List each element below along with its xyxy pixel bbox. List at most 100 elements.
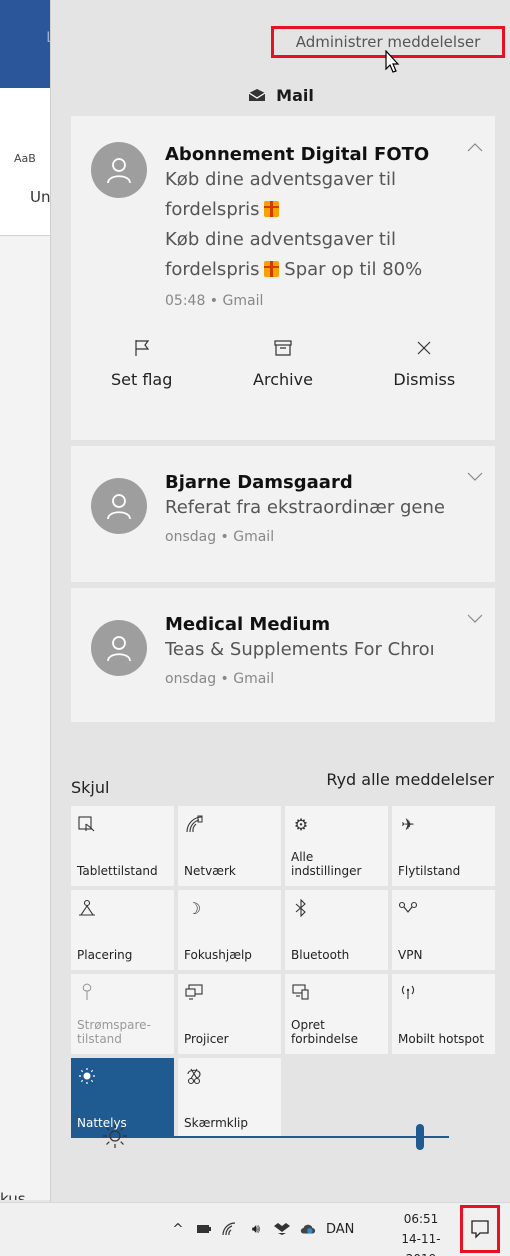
group-title: Mail [276, 85, 314, 105]
network-icon [184, 814, 204, 834]
project-icon [184, 982, 204, 1002]
battery-saver-tile[interactable]: Strømspare-tilstand [71, 974, 174, 1054]
chevron-up-icon[interactable]: ^ [170, 1221, 186, 1237]
location-icon [77, 898, 97, 918]
clock-date: 14-11-2019 [401, 1232, 441, 1256]
sender-avatar [91, 478, 147, 534]
notification-sender: Medical Medium [165, 614, 331, 635]
clear-all-notifications-link[interactable]: Ryd alle meddelelser [326, 770, 494, 789]
notification-card[interactable]: Bjarne Damsgaard Referat fra ekstraordin… [71, 446, 495, 582]
mail-envelope-icon [248, 89, 266, 101]
collapse-quick-actions-link[interactable]: Skjul [71, 778, 109, 797]
notification-content: Bjarne Damsgaard Referat fra ekstraordin… [165, 472, 459, 545]
tile-label: Alle indstillinger [291, 850, 362, 878]
gift-emoji-icon [263, 201, 279, 217]
person-icon [107, 494, 131, 520]
tablet-mode-icon [77, 814, 97, 834]
notification-meta: 05:48 • Gmail [165, 293, 264, 309]
close-icon [417, 341, 431, 355]
action-center-button[interactable] [460, 1205, 500, 1253]
tile-label: Fokushjælp [184, 948, 252, 962]
brightness-thumb[interactable] [415, 1124, 424, 1150]
notification-speech-bubble-icon [471, 1220, 489, 1239]
notification-line: Teas & Supplements For Chroı [165, 639, 435, 660]
notification-line-text: fordelspris [165, 259, 260, 280]
clock-time: 06:51 [403, 1212, 439, 1226]
status-text-fragment: kus [0, 1190, 26, 1200]
notification-actions: Set flag Archive Dismiss [71, 336, 495, 416]
chevron-down-icon[interactable] [467, 472, 483, 482]
moon-icon: ☽ [186, 898, 202, 918]
tile-label: Netværk [184, 864, 236, 878]
input-language-indicator[interactable]: DAN [326, 1222, 354, 1237]
style-name-fragment: Un [30, 188, 51, 206]
action-center-footer: Skjul Ryd alle meddelelser [71, 770, 494, 800]
archive-icon [274, 340, 292, 356]
tile-label: Flytilstand [398, 864, 461, 878]
focus-assist-tile[interactable]: ☽ Fokushjælp [178, 890, 281, 970]
battery-icon[interactable] [196, 1221, 212, 1237]
notification-content: Abonnement Digital FOTO Køb dine advents… [165, 144, 459, 309]
notification-meta: onsdag • Gmail [165, 671, 275, 687]
notification-line: fordelspris Spar op til 80% [165, 255, 459, 285]
action-center-panel: Administrer meddelelser Mail Abonnement … [50, 0, 510, 1202]
connect-tile[interactable]: Opret forbindelse [285, 974, 388, 1054]
taskbar-clock[interactable]: 06:51 14-11-2019 [390, 1209, 452, 1256]
mouse-cursor-icon [385, 50, 400, 73]
bluetooth-tile[interactable]: Bluetooth [285, 890, 388, 970]
speaker-icon[interactable]: 🔊︎ [248, 1221, 264, 1237]
mobile-hotspot-tile[interactable]: Mobilt hotspot [392, 974, 495, 1054]
location-tile[interactable]: Placering [71, 890, 174, 970]
sync-cloud-icon[interactable] [300, 1221, 316, 1237]
quick-actions-grid: Tablettilstand Netværk ⚙ Alle indstillin… [71, 806, 495, 1138]
tablet-mode-tile[interactable]: Tablettilstand [71, 806, 174, 886]
flag-icon [135, 340, 149, 356]
sender-avatar [91, 142, 147, 198]
airplane-mode-tile[interactable]: ✈ Flytilstand [392, 806, 495, 886]
taskbar: ^ 🔊︎ DAN 06:51 14-11-2019 [0, 1202, 510, 1256]
tile-label: Bluetooth [291, 948, 350, 962]
person-icon [107, 636, 131, 662]
wifi-icon[interactable] [222, 1221, 238, 1237]
notification-line: Referat fra ekstraordinær gene [165, 497, 445, 518]
project-tile[interactable]: Projicer [178, 974, 281, 1054]
notification-line: fordelspris [165, 195, 459, 225]
sender-avatar [91, 620, 147, 676]
notification-card[interactable]: Medical Medium Teas & Supplements For Ch… [71, 588, 495, 722]
dismiss-label: Dismiss [393, 370, 456, 389]
dropbox-icon[interactable] [274, 1221, 290, 1237]
style-preview-label[interactable]: AaB [14, 152, 36, 165]
notification-line: Køb dine adventsgaver til [165, 229, 396, 250]
notification-sender: Abonnement Digital FOTO [165, 144, 430, 165]
vpn-icon [398, 898, 418, 918]
brightness-slider[interactable] [101, 1118, 461, 1158]
snip-icon [184, 1066, 204, 1086]
chevron-down-icon[interactable] [467, 614, 483, 624]
archive-button[interactable]: Archive [212, 336, 353, 416]
gift-emoji-icon [263, 261, 279, 277]
tile-label: Placering [77, 948, 133, 962]
tile-label: Mobilt hotspot [398, 1032, 485, 1046]
person-icon [107, 158, 131, 184]
network-tile[interactable]: Netværk [178, 806, 281, 886]
battery-saver-icon [77, 982, 97, 1002]
notification-meta: onsdag • Gmail [165, 529, 275, 545]
mail-group-header[interactable]: Mail [51, 80, 510, 110]
notification-line-text: fordelspris [165, 199, 260, 220]
vpn-tile[interactable]: VPN [392, 890, 495, 970]
notification-sender: Bjarne Damsgaard [165, 472, 353, 493]
tile-label: Strømspare-tilstand [77, 1018, 151, 1046]
set-flag-button[interactable]: Set flag [71, 336, 212, 416]
tile-label: Opret forbindelse [291, 1018, 359, 1046]
notification-content: Medical Medium Teas & Supplements For Ch… [165, 614, 459, 687]
connect-icon [291, 982, 311, 1002]
all-settings-tile[interactable]: ⚙ Alle indstillinger [285, 806, 388, 886]
brightness-track[interactable] [157, 1136, 449, 1138]
set-flag-label: Set flag [110, 370, 173, 389]
dismiss-button[interactable]: Dismiss [354, 336, 495, 416]
bluetooth-icon [291, 898, 311, 918]
archive-label: Archive [253, 370, 313, 389]
notification-card[interactable]: Abonnement Digital FOTO Køb dine advents… [71, 116, 495, 440]
notification-line: Køb dine adventsgaver til [165, 169, 396, 190]
chevron-up-icon[interactable] [467, 142, 483, 152]
